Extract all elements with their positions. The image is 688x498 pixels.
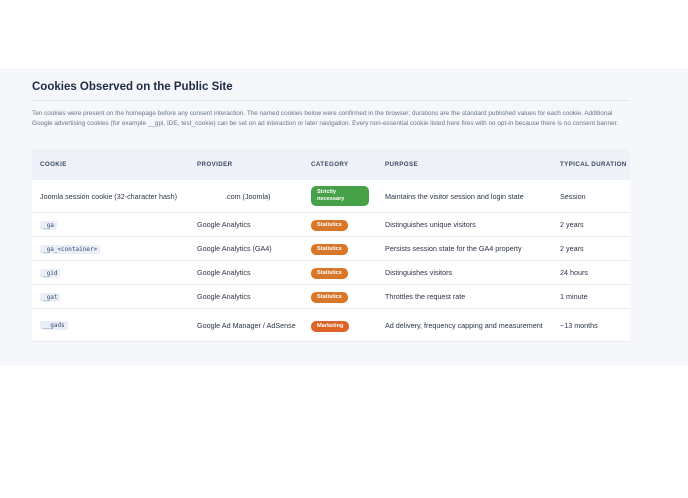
category-badge: Statistics: [311, 220, 348, 231]
cookie-duration: ~13 months: [560, 320, 598, 330]
category-badge: Statistics: [311, 292, 348, 303]
cookie-name-cell: _ga_<container>: [32, 237, 189, 261]
cookie-category-cell: Strictly necessary: [303, 180, 377, 213]
table-row: Joomla session cookie (32-character hash…: [32, 180, 630, 213]
category-badge: Statistics: [311, 244, 348, 255]
table-row: _gat Google Analytics Statistics Throttl…: [32, 284, 630, 309]
header-provider: PROVIDER: [197, 161, 233, 168]
cookie-duration: 2 years: [560, 220, 584, 229]
cookie-provider: Google Analytics (GA4): [197, 244, 272, 253]
cookies-section: Cookies Observed on the Public Site Ten …: [0, 68, 688, 366]
cookie-purpose: Maintains the visitor session and login …: [385, 191, 524, 201]
cookies-table: COOKIE PROVIDER CATEGORY PURPOSE TYPICAL…: [32, 149, 630, 342]
cookie-provider: .com (Joomla): [225, 191, 271, 201]
table-row: _ga Google Analytics Statistics Distingu…: [32, 212, 630, 237]
header-duration: TYPICAL DURATION: [560, 161, 627, 168]
cookie-purpose: Distinguishes visitors: [385, 268, 453, 277]
cookie-category-cell: Statistics: [303, 285, 377, 309]
table-row: __gads Google Ad Manager / AdSense Marke…: [32, 308, 630, 342]
cookie-name: _gid: [40, 268, 61, 278]
cookie-name: Joomla session cookie (32-character hash…: [40, 191, 178, 201]
cookie-name-cell: _ga: [32, 213, 189, 237]
table-row: _ga_<container> Google Analytics (GA4) S…: [32, 236, 630, 261]
header-category: CATEGORY: [311, 161, 349, 168]
cookie-provider: Google Analytics: [197, 292, 251, 301]
cookie-name: _gat: [40, 292, 61, 302]
cookie-name: __gads: [40, 321, 68, 330]
cookie-provider: Google Analytics: [197, 220, 251, 229]
cookie-category-cell: Statistics: [303, 213, 377, 237]
table-row: _gid Google Analytics Statistics Disting…: [32, 260, 630, 285]
cookie-provider: Google Ad Manager / AdSense: [197, 320, 296, 330]
category-badge: Strictly necessary: [311, 186, 369, 206]
cookie-duration: Session: [560, 191, 586, 201]
cookie-name: _ga: [40, 220, 57, 230]
cookie-category-cell: Statistics: [303, 261, 377, 285]
cookie-purpose: Distinguishes unique visitors: [385, 220, 476, 229]
cookie-duration: 24 hours: [560, 268, 588, 277]
cookie-purpose: Throttles the request rate: [385, 292, 466, 301]
title-divider: [32, 100, 630, 101]
table-header-row: COOKIE PROVIDER CATEGORY PURPOSE TYPICAL…: [32, 149, 630, 180]
cookie-category-cell: Statistics: [303, 237, 377, 261]
header-purpose: PURPOSE: [385, 161, 419, 168]
cookie-duration: 2 years: [560, 244, 584, 253]
cookie-name-cell: _gid: [32, 261, 189, 285]
cookie-name-cell: __gads: [32, 309, 189, 342]
cookie-purpose: Ad delivery, frequency capping and measu…: [385, 320, 543, 330]
cookie-purpose: Persists session state for the GA4 prope…: [385, 244, 522, 253]
header-cookie: COOKIE: [40, 161, 67, 168]
cookie-category-cell: Marketing: [303, 309, 377, 342]
category-badge: Marketing: [311, 320, 350, 332]
cookie-duration: 1 minute: [560, 292, 588, 301]
section-title: Cookies Observed on the Public Site: [32, 81, 233, 93]
category-badge: Statistics: [311, 268, 348, 279]
section-intro: Ten cookies were present on the homepage…: [32, 110, 619, 128]
cookie-provider: Google Analytics: [197, 268, 251, 277]
cookie-name-cell: _gat: [32, 285, 189, 309]
cookie-name: _ga_<container>: [40, 244, 101, 254]
